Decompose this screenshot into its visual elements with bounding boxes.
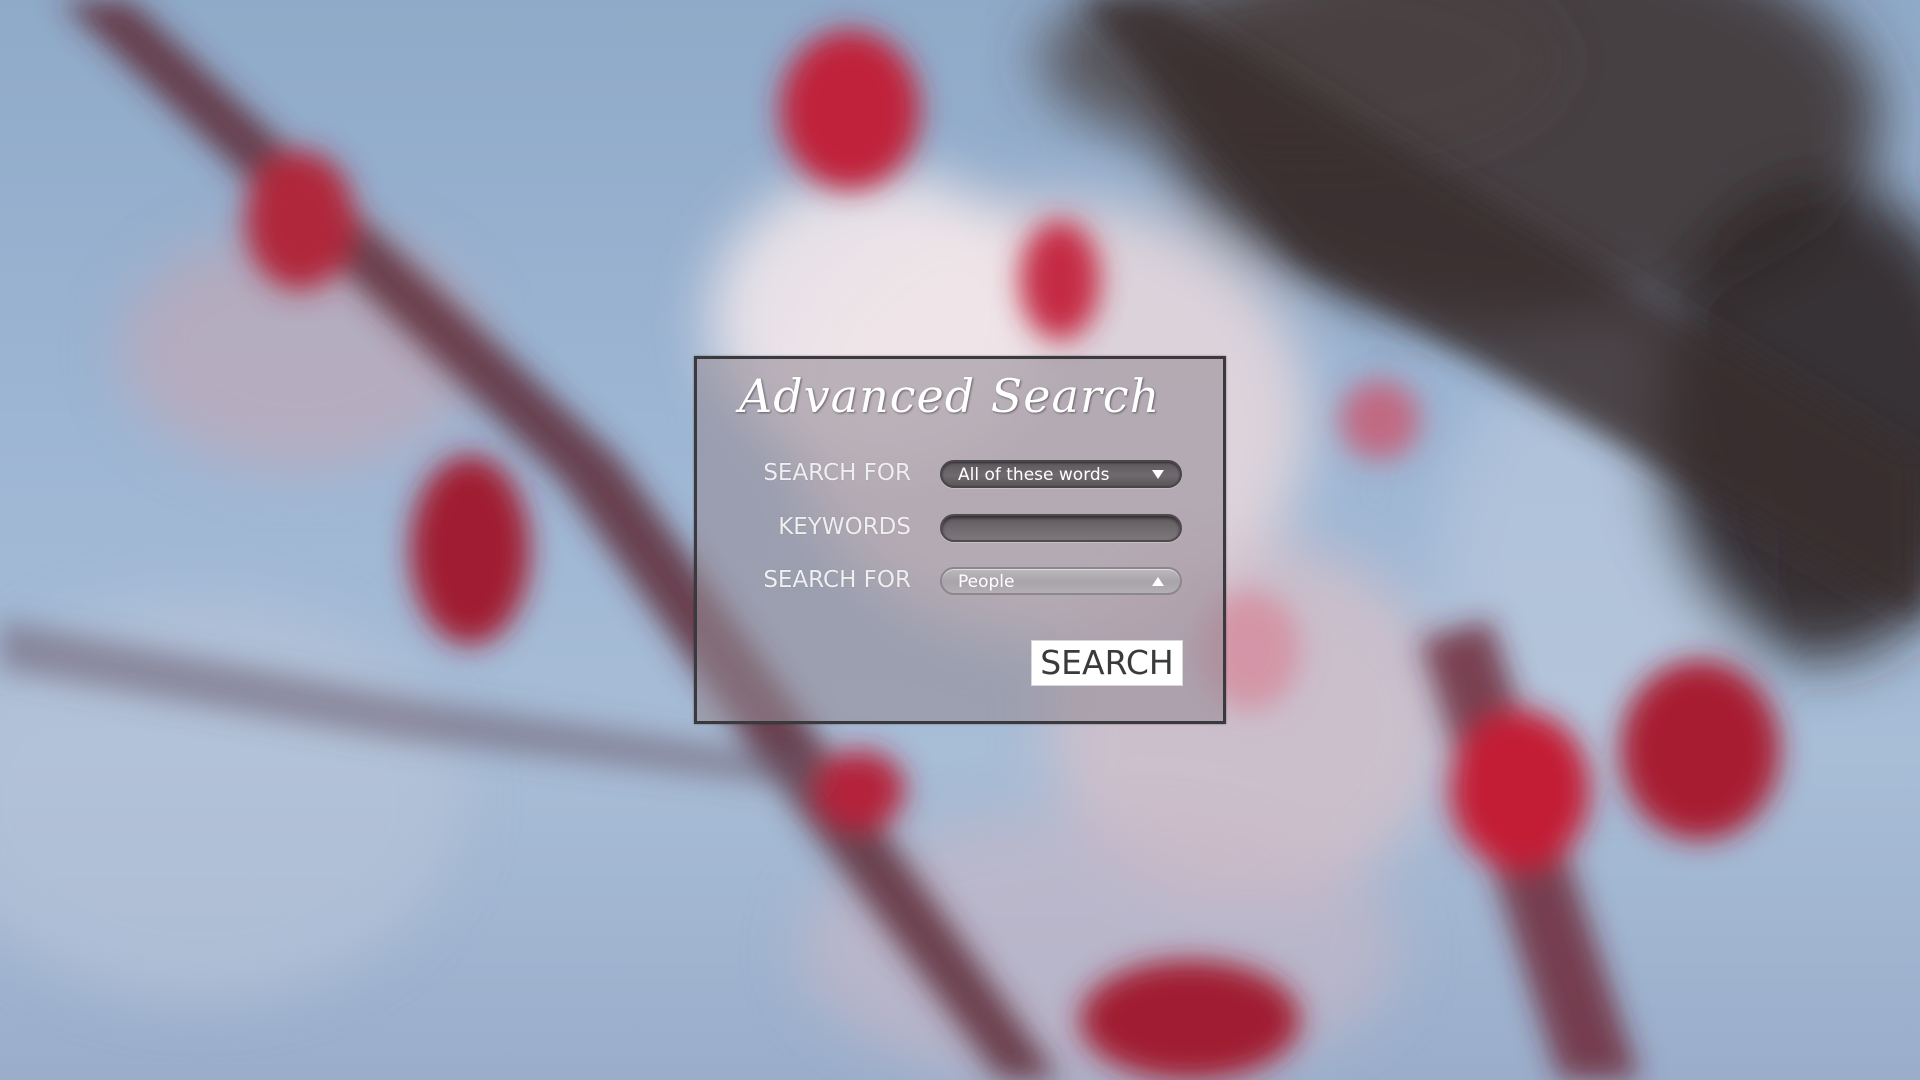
chevron-up-icon	[1152, 577, 1164, 586]
dialog-title: Advanced Search	[739, 369, 1161, 423]
advanced-search-dialog: Advanced Search SEARCH FOR All of these …	[694, 356, 1226, 724]
keywords-input[interactable]	[940, 514, 1182, 542]
chevron-down-icon	[1152, 470, 1164, 479]
search-for-mode-select[interactable]: All of these words	[940, 460, 1182, 488]
search-for-mode-value: All of these words	[958, 465, 1110, 485]
search-for-label: SEARCH FOR	[763, 460, 911, 486]
search-button[interactable]: SEARCH	[1031, 640, 1183, 686]
keywords-label: KEYWORDS	[778, 514, 911, 540]
search-for-category-label: SEARCH FOR	[763, 567, 911, 593]
search-for-category-select[interactable]: People	[940, 567, 1182, 595]
search-for-category-value: People	[958, 572, 1015, 592]
